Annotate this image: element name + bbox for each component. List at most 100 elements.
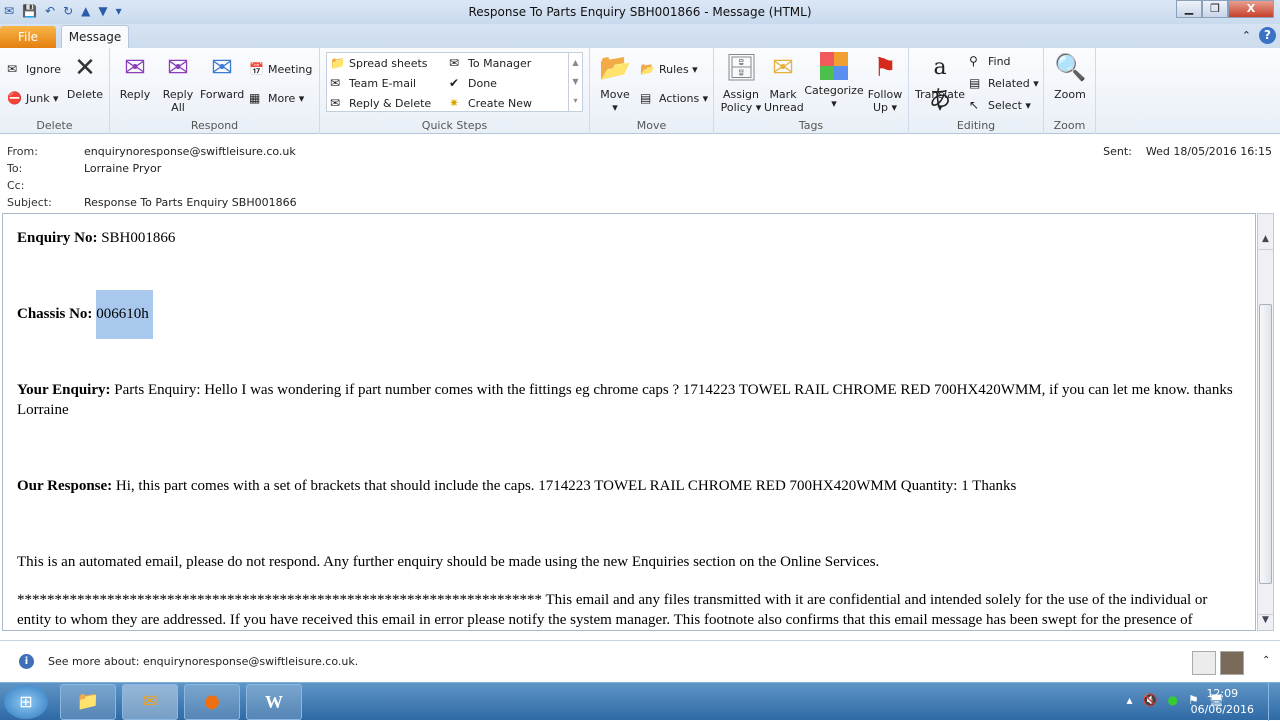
reply-all-button[interactable]: ✉ Reply All [158,52,198,114]
our-response: Our Response: Hi, this part comes with a… [17,478,1017,494]
magnifier-icon: 🔍 [1054,53,1087,83]
quick-step-done[interactable]: ✔ Done [449,76,497,90]
show-hidden-icons[interactable]: ▴ [1127,693,1133,707]
reply-button[interactable]: ✉ Reply [116,52,154,101]
title-bar: ✉ 💾 ↶ ↻ ▲ ▼ ▾ Response To Parts Enquiry … [0,0,1280,24]
checkmark-icon: ✔ [449,76,460,90]
quick-step-to-manager[interactable]: ✉ To Manager [449,56,531,70]
group-label-move: Move [636,119,667,132]
group-move: 📂 Move ▾ 📂 Rules ▾ ▤ Actions ▾ Move [590,48,714,134]
taskbar-firefox[interactable]: ● [184,684,240,720]
move-folder-icon: 📂 [599,53,632,83]
binoculars-icon: ⚲ [969,54,978,68]
actions-button[interactable]: ▤ Actions ▾ [640,91,708,105]
rules-button[interactable]: 📂 Rules ▾ [640,62,698,76]
quick-step-create-new[interactable]: ✷ Create New [449,96,532,110]
taskbar-outlook[interactable]: ✉ [122,684,178,720]
scroll-thumb[interactable] [1259,304,1272,584]
restore-button[interactable]: ❐ [1202,0,1228,18]
see-more-about-link[interactable]: See more about: enquirynoresponse@swiftl… [48,655,358,668]
more-button[interactable]: ▦ More ▾ [249,91,304,105]
close-button[interactable]: X [1228,0,1274,18]
meeting-button[interactable]: 📅 Meeting [249,62,312,76]
follow-up-button[interactable]: ⚑ Follow Up ▾ [866,52,904,114]
sent-value: Wed 18/05/2016 16:15 [1145,145,1272,158]
start-button[interactable]: ⊞ [4,685,48,719]
automated-notice: This is an automated email, please do no… [17,554,880,570]
group-label-tags: Tags [798,119,824,132]
reply-all-icon: ✉ [167,53,189,83]
tab-file[interactable]: File [0,26,56,48]
group-label-respond: Respond [190,119,239,132]
team-email-icon: ✉ [330,76,341,90]
find-button[interactable]: ⚲ Find [969,54,1011,68]
scroll-down-arrow[interactable]: ▼ [1258,614,1273,630]
expand-people-pane-icon[interactable]: ⌃ [1262,655,1270,666]
your-enquiry: Your Enquiry: Parts Enquiry: Hello I was… [17,382,1233,418]
avatar-placeholder[interactable] [1192,651,1216,675]
message-body[interactable]: Enquiry No: SBH001866 Chassis No: 006610… [2,213,1256,631]
assign-policy-icon: 🗄 [725,53,759,83]
cursor-icon: ↖ [969,98,980,112]
gallery-scroll[interactable]: ▲ ▼ ▾ [568,53,582,111]
delete-button[interactable]: ✕ Delete [66,52,104,101]
mark-unread-button[interactable]: ✉ Mark Unread [764,52,804,114]
to-value[interactable]: Lorraine Pryor [84,162,161,175]
move-button[interactable]: 📂 Move ▾ [596,52,634,114]
more-icon: ▦ [249,91,261,105]
avatar-photo[interactable] [1220,651,1244,675]
volume-muted-icon[interactable]: 🔇 [1143,693,1158,707]
flag-icon: ⚑ [873,53,897,83]
scroll-up-arrow[interactable]: ▲ [1258,234,1273,250]
chassis-line: Chassis No: 006610h [17,290,1241,339]
quick-step-spread-sheets[interactable]: 📁 Spread sheets [330,56,428,70]
create-new-icon: ✷ [449,96,460,110]
taskbar-explorer[interactable]: 📁 [60,684,116,720]
select-button[interactable]: ↖ Select ▾ [969,98,1031,112]
related-icon: ▤ [969,76,981,90]
subject-value: Response To Parts Enquiry SBH001866 [84,196,297,209]
quick-step-team-email[interactable]: ✉ Team E-mail [330,76,416,90]
taskbar-word[interactable]: W [246,684,302,720]
show-desktop-button[interactable] [1268,683,1280,721]
forward-icon: ✉ [211,53,233,83]
status-green-icon[interactable]: ● [1168,693,1178,707]
selected-chassis-number[interactable]: 006610h [96,290,153,339]
assign-policy-button[interactable]: 🗄 Assign Policy ▾ [718,52,764,114]
minimize-button[interactable]: ▁ [1176,0,1202,18]
ribbon-tabs: File Message ⌃? [0,24,1280,49]
outlook-icon: ✉ [142,691,158,712]
group-label-delete: Delete [36,119,73,132]
translate-button[interactable]: aあ Translate ▾ [913,52,967,114]
minimize-ribbon-icon[interactable]: ⌃ [1242,29,1251,42]
quick-steps-gallery: 📁 Spread sheets ✉ To Manager ✉ Team E-mail … [326,52,583,112]
help-icon[interactable]: ? [1259,27,1276,44]
related-button[interactable]: ▤ Related ▾ [969,76,1039,90]
body-scrollbar[interactable]: ▲ ▼ [1257,213,1274,631]
zoom-button[interactable]: 🔍 Zoom [1050,52,1090,101]
junk-button[interactable]: ⛔ Junk ▾ [7,91,59,105]
rules-icon: 📂 [640,62,655,76]
quick-step-reply-delete[interactable]: ✉ Reply & Delete [330,96,431,110]
group-label-editing: Editing [956,119,996,132]
ignore-button[interactable]: ✉ Ignore [7,62,61,76]
firefox-icon: ● [204,691,220,712]
translate-icon: aあ [928,55,951,112]
forward-button[interactable]: ✉ Forward [200,52,244,101]
group-label-quick-steps: Quick Steps [421,119,488,132]
forward-mail-icon: ✉ [449,56,460,70]
mark-unread-icon: ✉ [772,53,794,83]
from-value[interactable]: enquirynoresponse@swiftleisure.co.uk [84,145,296,158]
folder-icon: 📁 [76,691,100,712]
calendar-icon: 📅 [249,62,264,76]
categorize-button[interactable]: Categorize ▾ [804,52,864,110]
folder-icon: 📁 [330,56,345,70]
people-pane: i See more about: enquirynoresponse@swif… [0,640,1280,682]
ignore-icon: ✉ [7,62,18,76]
taskbar: ⊞ 📁 ✉ ● W ▴ 🔇 ● ⚑ 🖥 12:09 06/06/2016 [0,682,1280,721]
categorize-icon [820,52,848,80]
tab-message[interactable]: Message [61,25,129,49]
window-title: Response To Parts Enquiry SBH001866 - Me… [468,5,812,19]
clock[interactable]: 12:09 06/06/2016 [1191,686,1254,718]
junk-icon: ⛔ [7,91,22,105]
